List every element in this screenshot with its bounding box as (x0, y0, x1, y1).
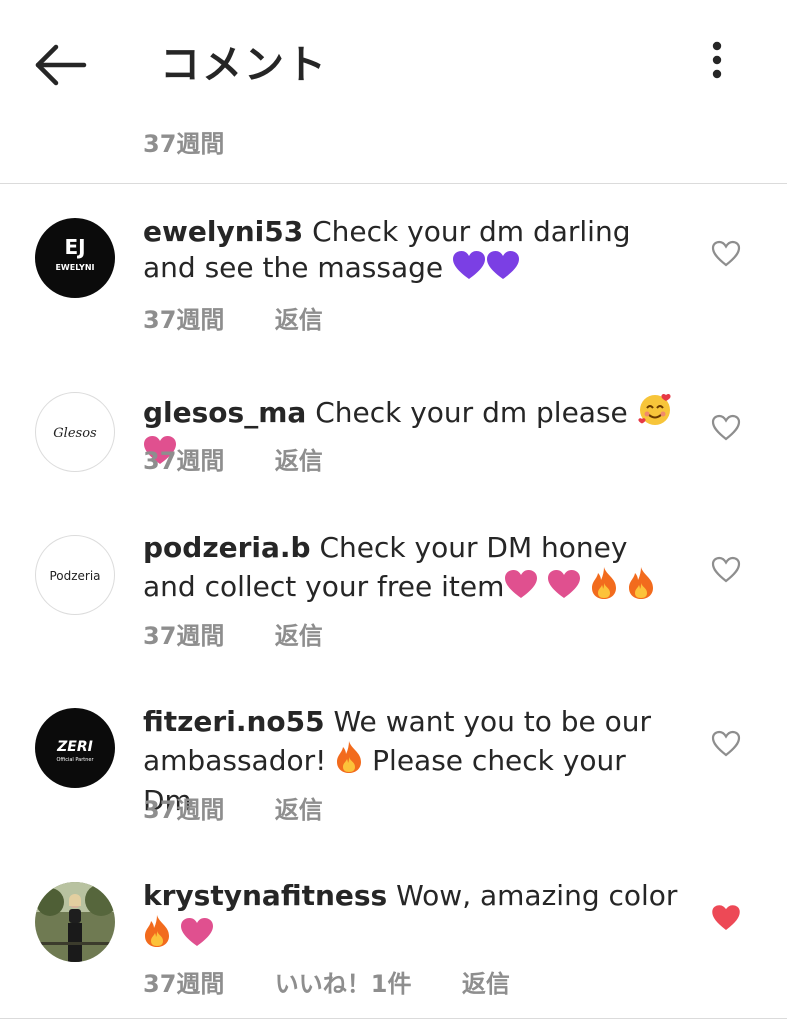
divider (0, 1018, 787, 1019)
more-options-button[interactable] (700, 38, 734, 86)
svg-text:EJ: EJ (64, 235, 85, 259)
comment-time: 37週間 (143, 622, 225, 650)
comment-username[interactable]: fitzeri.no55 (143, 705, 325, 738)
likes-count[interactable]: いいね！1件 (275, 964, 412, 999)
page-title: コメント (160, 42, 328, 88)
reply-button[interactable]: 返信 (275, 441, 323, 476)
reply-button[interactable]: 返信 (275, 300, 323, 335)
comment-meta: 37週間 返信 (143, 616, 365, 651)
svg-text:Official Partner: Official Partner (56, 757, 94, 763)
comment-username[interactable]: glesos_ma (143, 396, 306, 429)
fire-icon (627, 566, 655, 609)
comment-time: 37週間 (143, 447, 225, 475)
avatar[interactable]: Podzeria (35, 535, 115, 615)
avatar[interactable] (35, 882, 115, 962)
svg-text:Podzeria: Podzeria (49, 569, 100, 583)
comment-text: krystynafitness Wow, amazing color (143, 878, 683, 957)
smiling-face-with-hearts-icon (637, 392, 673, 435)
comment-username[interactable]: ewelyni53 (143, 215, 303, 248)
reply-button[interactable]: 返信 (462, 964, 510, 999)
like-button[interactable] (711, 903, 741, 933)
purple-heart-icon (486, 251, 520, 290)
like-button[interactable] (711, 413, 741, 443)
back-arrow-icon (35, 44, 87, 86)
podzeria-logo-icon: Podzeria (49, 569, 100, 583)
heart-outline-icon (711, 240, 741, 267)
comment-meta: 37週間 返信 (143, 441, 365, 476)
heart-outline-icon (711, 556, 741, 583)
comment-time: 37週間 (143, 796, 225, 824)
pink-heart-icon (547, 570, 581, 609)
reply-button[interactable]: 返信 (275, 790, 323, 825)
comment-meta: 37週間 返信 (143, 790, 365, 825)
profile-photo-icon (35, 882, 115, 962)
fire-icon (590, 566, 618, 609)
pink-heart-icon (504, 570, 538, 609)
reply-button[interactable]: 返信 (275, 616, 323, 651)
comment-time: 37週間 (143, 970, 225, 998)
comment-body: Check your dm please (315, 396, 628, 429)
comment-body: Wow, amazing color (396, 879, 678, 912)
like-button[interactable] (711, 555, 741, 585)
comment-username[interactable]: podzeria.b (143, 531, 311, 564)
svg-text:ZERI: ZERI (56, 739, 93, 755)
divider (0, 183, 787, 184)
more-vertical-icon (712, 41, 722, 79)
app-header: コメント (0, 0, 787, 120)
svg-text:Glesos: Glesos (53, 426, 97, 441)
comment-text: ewelyni53 Check your dm darling and see … (143, 214, 683, 290)
avatar[interactable]: Glesos (35, 392, 115, 472)
fire-icon (143, 914, 171, 957)
like-button[interactable] (711, 729, 741, 759)
svg-text:EWELYNI: EWELYNI (55, 263, 94, 272)
back-button[interactable] (34, 38, 90, 86)
caption-timestamp: 37週間 (143, 130, 225, 158)
ewelyni-logo-icon: EJ EWELYNI (55, 235, 94, 272)
comment-text: podzeria.b Check your DM honey and colle… (143, 530, 683, 609)
glesos-logo-icon: Glesos (53, 426, 97, 441)
like-button[interactable] (711, 239, 741, 269)
avatar[interactable]: EJ EWELYNI (35, 218, 115, 298)
zeri-logo-icon: ZERI Official Partner (56, 739, 94, 763)
purple-heart-icon (452, 251, 486, 290)
comment-username[interactable]: krystynafitness (143, 879, 387, 912)
pink-heart-icon (180, 918, 214, 957)
heart-filled-icon (712, 905, 740, 930)
heart-outline-icon (711, 414, 741, 441)
comment-time: 37週間 (143, 306, 225, 334)
comment-meta: 37週間 いいね！1件 返信 (143, 964, 552, 999)
heart-outline-icon (711, 730, 741, 757)
fire-icon (335, 740, 363, 783)
comment-meta: 37週間 返信 (143, 300, 365, 335)
avatar[interactable]: ZERI Official Partner (35, 708, 115, 788)
